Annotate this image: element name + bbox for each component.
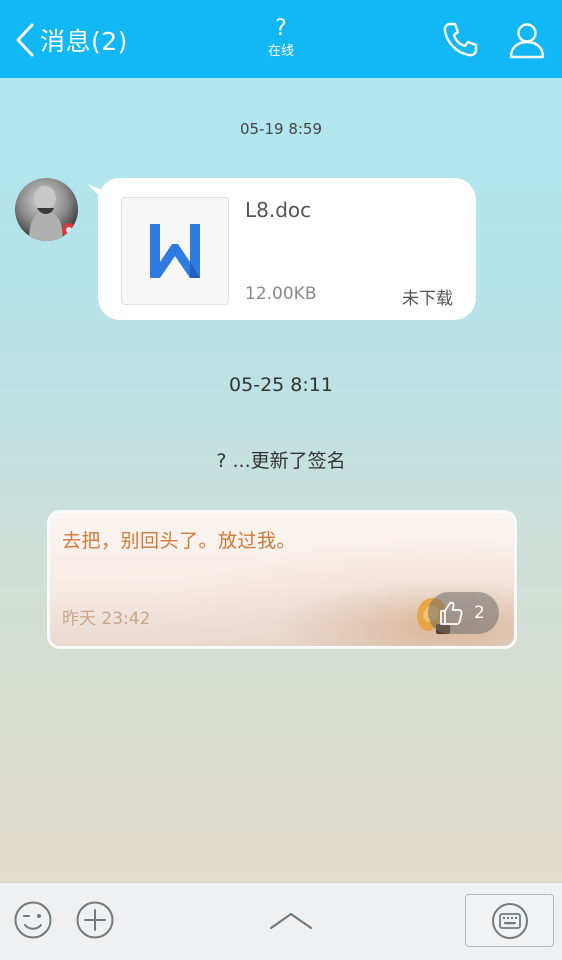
signature-time: 昨天 23:42 xyxy=(62,609,151,629)
avatar[interactable] xyxy=(15,178,78,241)
file-name: L8.doc xyxy=(245,198,312,222)
thumbs-up-icon xyxy=(440,601,463,625)
phone-icon[interactable] xyxy=(440,20,480,60)
user-profile-icon[interactable] xyxy=(507,20,547,60)
plus-icon[interactable] xyxy=(75,900,115,940)
signature-update-notice: ? ...更新了签名 xyxy=(216,450,346,472)
file-size: 12.00KB xyxy=(245,284,317,304)
chat-header: 消息(2) ? 在线 xyxy=(0,0,562,78)
contact-name: ? xyxy=(275,16,287,41)
back-label: 消息(2) xyxy=(40,27,128,56)
chevron-up-icon[interactable] xyxy=(268,908,314,932)
chat-title[interactable]: ? 在线 xyxy=(231,16,331,60)
like-count: 2 xyxy=(474,603,485,623)
keyboard-toggle-button[interactable] xyxy=(465,894,554,947)
back-button[interactable]: 消息(2) xyxy=(14,20,128,60)
signature-text: 去把，别回头了。放过我。 xyxy=(62,530,297,552)
avatar-photo xyxy=(29,186,76,241)
message-timestamp: 05-25 8:11 xyxy=(229,374,333,396)
message-timestamp: 05-19 8:59 xyxy=(239,120,323,138)
like-button[interactable]: 2 xyxy=(428,592,499,634)
word-doc-icon xyxy=(121,197,229,305)
keyboard-icon xyxy=(491,902,528,939)
emoji-icon[interactable] xyxy=(13,900,53,940)
chevron-left-icon xyxy=(16,23,34,57)
file-download-status[interactable]: 未下载 xyxy=(402,284,453,309)
online-status: 在线 xyxy=(267,44,294,59)
